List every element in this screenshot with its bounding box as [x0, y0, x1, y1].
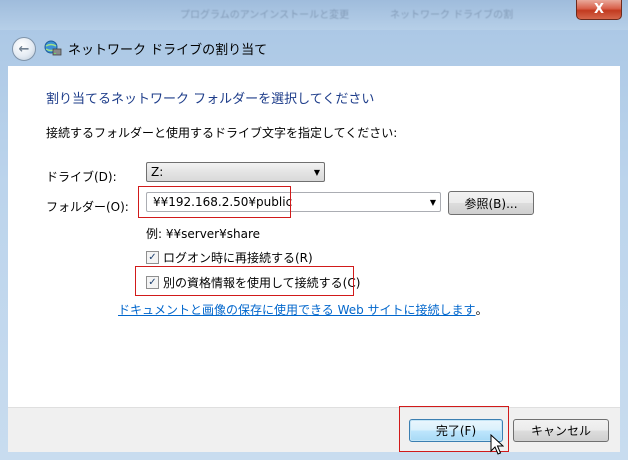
dialog-footer: 完了(F) キャンセル [8, 406, 620, 452]
reconnect-checkbox[interactable]: ✓ [146, 251, 159, 264]
example-text: 例: ¥¥server¥share [146, 227, 261, 241]
web-site-link-text[interactable]: ドキュメントと画像の保存に使用できる Web サイトに接続します [118, 303, 476, 317]
mouse-cursor-icon [490, 434, 504, 455]
instruction-text: 接続するフォルダーと使用するドライブ文字を指定してください: [46, 126, 398, 140]
credentials-highlight-box [135, 266, 354, 296]
reconnect-label: ログオン時に再接続する(R) [163, 251, 313, 265]
cancel-button[interactable]: キャンセル [513, 419, 609, 442]
browse-button[interactable]: 参照(B)... [448, 191, 534, 215]
page-heading: 割り当てるネットワーク フォルダーを選択してください [46, 92, 375, 107]
drive-label: ドライブ(D): [46, 170, 117, 184]
back-button[interactable]: ← [12, 37, 36, 61]
back-arrow-icon: ← [18, 41, 30, 57]
folder-highlight-box [138, 186, 291, 218]
web-site-link[interactable]: ドキュメントと画像の保存に使用できる Web サイトに接続します。 [118, 301, 488, 318]
close-icon: X [593, 2, 605, 17]
map-network-drive-window: プログラムのアンインストールと変更 ネットワーク ドライブの割 X ← ネットワ… [0, 0, 628, 460]
link-suffix: 。 [475, 303, 488, 317]
background-ghost-text: プログラムのアンインストールと変更 [180, 10, 350, 21]
network-drive-icon [44, 40, 62, 56]
reconnect-checkbox-row[interactable]: ✓ ログオン時に再接続する(R) [146, 249, 313, 266]
background-ghost-text: ネットワーク ドライブの割 [390, 10, 514, 21]
drive-select[interactable]: Z: ▼ [146, 162, 325, 182]
window-title: ネットワーク ドライブの割り当て [68, 43, 268, 58]
chevron-down-icon: ▼ [313, 167, 321, 177]
close-button[interactable]: X [576, 0, 622, 20]
header-bar: ← ネットワーク ドライブの割り当て [8, 30, 620, 66]
dialog-content: 割り当てるネットワーク フォルダーを選択してください 接続するフォルダーと使用す… [8, 66, 620, 408]
chevron-down-icon[interactable]: ▼ [426, 198, 440, 207]
drive-select-value: Z: [151, 165, 164, 179]
background-titlebar: プログラムのアンインストールと変更 ネットワーク ドライブの割 [0, 0, 628, 30]
folder-label: フォルダー(O): [46, 200, 129, 214]
